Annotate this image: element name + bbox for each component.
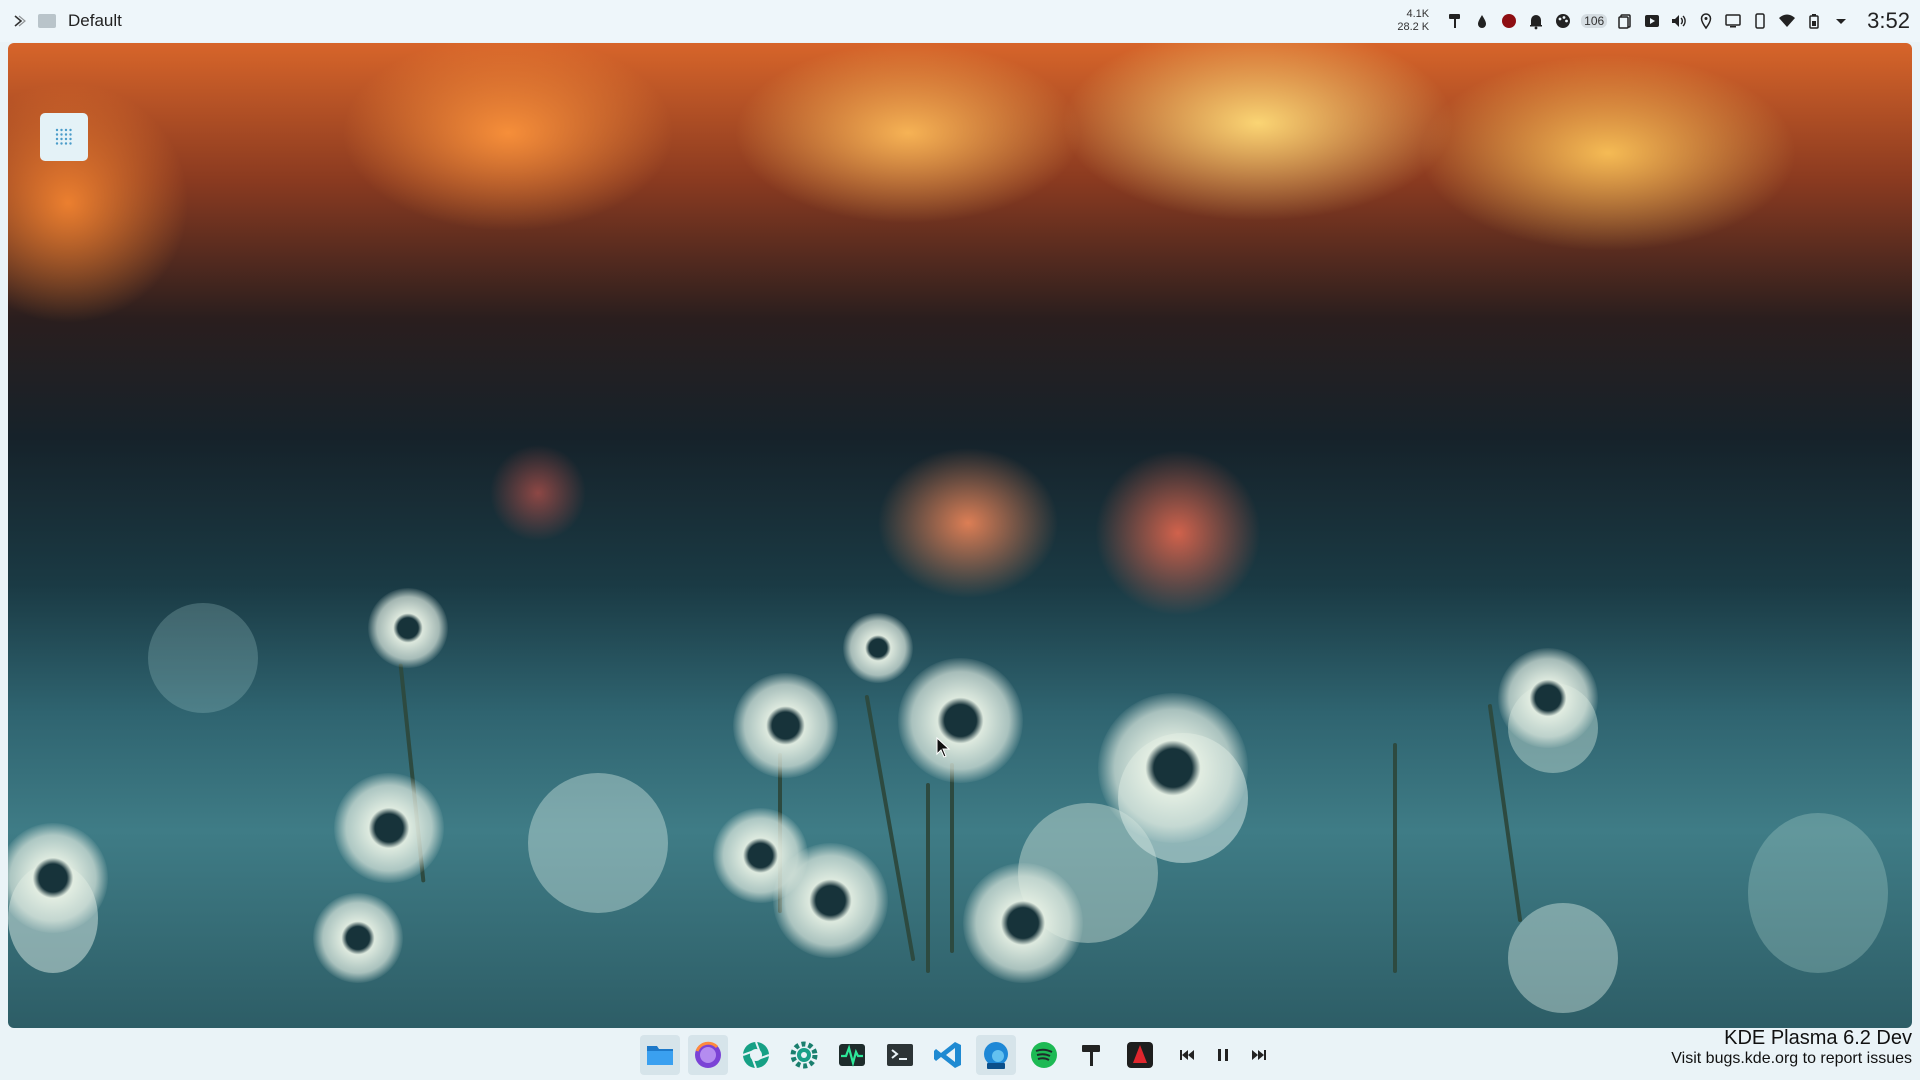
taskbar-app-red[interactable] — [1120, 1035, 1160, 1075]
wifi-icon[interactable] — [1778, 10, 1796, 32]
bottom-panel — [0, 1030, 1920, 1080]
app-launcher-icon[interactable] — [12, 14, 26, 28]
dandelion — [313, 893, 403, 983]
upload-speed: 4.1K — [1406, 8, 1430, 20]
network-speed-widget[interactable]: 4.1K 28.2 K — [1397, 8, 1429, 34]
settings-gear-icon — [790, 1041, 818, 1069]
dandelion — [898, 658, 1023, 783]
mouse-cursor-icon — [936, 737, 951, 758]
paint-roller-icon — [1082, 1045, 1100, 1066]
spotify-icon — [1031, 1042, 1057, 1068]
taskbar-app-settings[interactable] — [784, 1035, 824, 1075]
digital-clock[interactable]: 3:52 — [1867, 8, 1910, 34]
skip-back-icon — [1180, 1050, 1194, 1060]
taskbar-app-files[interactable] — [640, 1035, 680, 1075]
dandelion — [1098, 693, 1248, 843]
download-speed: 28.2 K — [1397, 21, 1430, 33]
terminal-icon — [887, 1044, 913, 1066]
firefox-icon — [695, 1041, 721, 1068]
phone-icon[interactable] — [1751, 10, 1769, 32]
dandelion — [963, 863, 1083, 983]
next-track-button[interactable] — [1248, 1044, 1270, 1066]
files-icon — [647, 1046, 673, 1065]
location-pin-icon[interactable] — [1697, 10, 1715, 32]
taskbar-app-spotify[interactable] — [1024, 1035, 1064, 1075]
desktop-widget-handle[interactable] — [40, 113, 88, 161]
task-manager — [640, 1032, 1270, 1078]
dandelion-stem — [926, 783, 930, 973]
palette-icon[interactable] — [1554, 10, 1572, 32]
red-app-icon — [1127, 1042, 1153, 1068]
aperture-icon — [742, 1041, 770, 1069]
drop-icon[interactable] — [1473, 10, 1491, 32]
desktop-wallpaper — [8, 43, 1912, 1028]
watermark-title: KDE Plasma 6.2 Dev — [1724, 1027, 1912, 1049]
taskbar-app-aperture[interactable] — [736, 1035, 776, 1075]
bokeh-light — [148, 603, 258, 713]
top-panel: Default 4.1K 28.2 K 106 3:52 — [0, 0, 1920, 42]
chevron-down-icon[interactable] — [1832, 10, 1850, 32]
plasma-dev-watermark: KDE Plasma 6.2 Dev Visit bugs.kde.org to… — [1671, 1026, 1912, 1068]
dandelion — [334, 773, 444, 883]
dandelion — [733, 673, 838, 778]
media-player-icon[interactable] — [1643, 10, 1661, 32]
system-tray: 4.1K 28.2 K 106 3:52 — [1397, 0, 1910, 42]
pause-icon — [1218, 1049, 1228, 1061]
skip-forward-icon — [1252, 1050, 1266, 1060]
notification-count-badge[interactable]: 106 — [1581, 14, 1608, 28]
taskbar-app-system-monitor[interactable] — [832, 1035, 872, 1075]
previous-track-button[interactable] — [1176, 1044, 1198, 1066]
system-monitor-icon — [839, 1044, 865, 1068]
taskbar-app-vscode[interactable] — [928, 1035, 968, 1075]
edge-beta-icon — [984, 1042, 1008, 1069]
taskbar-app-terminal[interactable] — [880, 1035, 920, 1075]
active-window-title: Default — [68, 11, 122, 30]
dandelion — [1498, 648, 1598, 748]
paint-roller-tray-icon[interactable] — [1446, 10, 1464, 32]
dandelion-stem — [950, 763, 954, 953]
taskbar-app-paint-roller[interactable] — [1072, 1035, 1112, 1075]
dandelion-stem — [1393, 743, 1397, 973]
window-icon — [38, 14, 56, 28]
vscode-icon — [934, 1042, 961, 1068]
clipboard-icon[interactable] — [1616, 10, 1634, 32]
battery-icon[interactable] — [1805, 10, 1823, 32]
display-icon[interactable] — [1724, 10, 1742, 32]
pause-button[interactable] — [1212, 1044, 1234, 1066]
dandelion — [843, 613, 913, 683]
media-controls — [1176, 1044, 1270, 1066]
watermark-subtitle: Visit bugs.kde.org to report issues — [1671, 1050, 1912, 1067]
record-icon[interactable] — [1500, 10, 1518, 32]
taskbar-app-edge-beta[interactable] — [976, 1035, 1016, 1075]
bokeh-light — [528, 773, 668, 913]
volume-icon[interactable] — [1670, 10, 1688, 32]
grid-icon — [55, 128, 72, 145]
dandelion — [368, 588, 448, 668]
dandelion — [773, 843, 888, 958]
bokeh-light — [1508, 903, 1618, 1013]
bell-icon[interactable] — [1527, 10, 1545, 32]
bokeh-light — [1748, 813, 1888, 973]
taskbar-app-firefox[interactable] — [688, 1035, 728, 1075]
